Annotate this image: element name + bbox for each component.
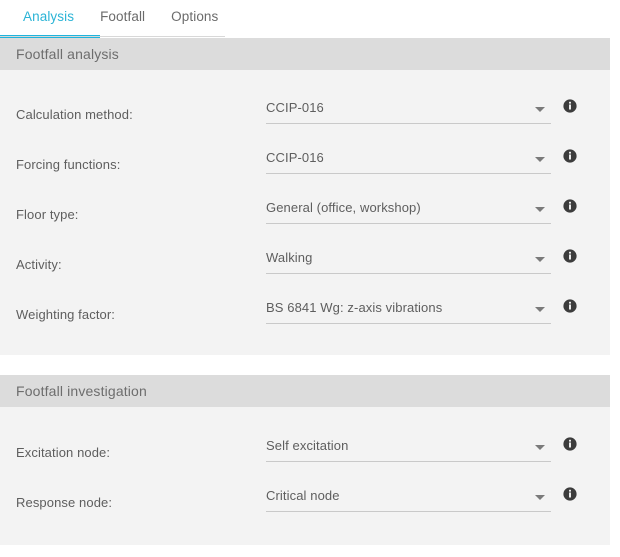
select-value: BS 6841 Wg: z-axis vibrations <box>266 300 442 315</box>
tab-options[interactable]: Options <box>158 0 231 38</box>
info-icon[interactable] <box>563 149 577 163</box>
chevron-down-icon <box>535 207 545 212</box>
info-icon[interactable] <box>563 487 577 501</box>
panel-title: Footfall investigation <box>16 383 147 399</box>
field-label: Floor type: <box>16 207 79 222</box>
chevron-down-icon <box>535 157 545 162</box>
select-excitation-node[interactable]: Self excitation <box>266 436 551 462</box>
select-response-node[interactable]: Critical node <box>266 486 551 512</box>
form-row-activity: Activity: Walking <box>0 240 610 290</box>
tab-bar-divider <box>0 36 225 37</box>
chevron-down-icon <box>535 445 545 450</box>
select-value: CCIP-016 <box>266 150 324 165</box>
chevron-down-icon <box>535 107 545 112</box>
info-icon[interactable] <box>563 249 577 263</box>
chevron-down-icon <box>535 495 545 500</box>
form-row-weighting-factor: Weighting factor: BS 6841 Wg: z-axis vibr… <box>0 290 610 340</box>
tab-list: Analysis Footfall Options <box>0 0 620 38</box>
select-weighting-factor[interactable]: BS 6841 Wg: z-axis vibrations <box>266 298 551 324</box>
form-row-excitation-node: Excitation node: Self excitation <box>0 428 610 478</box>
select-floor-type[interactable]: General (office, workshop) <box>266 198 551 224</box>
tab-analysis[interactable]: Analysis <box>10 0 87 38</box>
panel-header-footfall-analysis: Footfall analysis <box>0 38 610 70</box>
panel-header-footfall-investigation: Footfall investigation <box>0 375 610 407</box>
tab-footfall[interactable]: Footfall <box>87 0 158 38</box>
select-activity[interactable]: Walking <box>266 248 551 274</box>
field-label: Response node: <box>16 495 112 510</box>
field-label: Excitation node: <box>16 445 110 460</box>
chevron-down-icon <box>535 307 545 312</box>
select-value: Self excitation <box>266 438 348 453</box>
info-icon[interactable] <box>563 99 577 113</box>
field-label: Calculation method: <box>16 107 133 122</box>
field-label: Weighting factor: <box>16 307 115 322</box>
select-calculation-method[interactable]: CCIP-016 <box>266 98 551 124</box>
field-label: Forcing functions: <box>16 157 120 172</box>
field-label: Activity: <box>16 257 62 272</box>
chevron-down-icon <box>535 257 545 262</box>
form-row-calculation-method: Calculation method: CCIP-016 <box>0 90 610 140</box>
tab-bar: Analysis Footfall Options <box>0 0 620 38</box>
panel-title: Footfall analysis <box>16 46 119 62</box>
panel-footfall-investigation: Footfall investigation Excitation node: S… <box>0 375 610 545</box>
tab-label: Footfall <box>100 9 145 24</box>
select-forcing-functions[interactable]: CCIP-016 <box>266 148 551 174</box>
select-value: CCIP-016 <box>266 100 324 115</box>
form-row-response-node: Response node: Critical node <box>0 478 610 528</box>
tab-label: Options <box>171 9 218 24</box>
form-row-forcing-functions: Forcing functions: CCIP-016 <box>0 140 610 190</box>
select-value: Critical node <box>266 488 340 503</box>
info-icon[interactable] <box>563 199 577 213</box>
info-icon[interactable] <box>563 437 577 451</box>
form-row-floor-type: Floor type: General (office, workshop) <box>0 190 610 240</box>
panel-footfall-analysis: Footfall analysis Calculation method: CCI… <box>0 38 610 355</box>
form-rows-investigation: Excitation node: Self excitation Response … <box>0 407 610 528</box>
select-value: General (office, workshop) <box>266 200 421 215</box>
select-value: Walking <box>266 250 312 265</box>
tab-label: Analysis <box>23 9 74 24</box>
info-icon[interactable] <box>563 299 577 313</box>
form-rows-analysis: Calculation method:CCIP-016Forcing funct… <box>0 70 610 340</box>
